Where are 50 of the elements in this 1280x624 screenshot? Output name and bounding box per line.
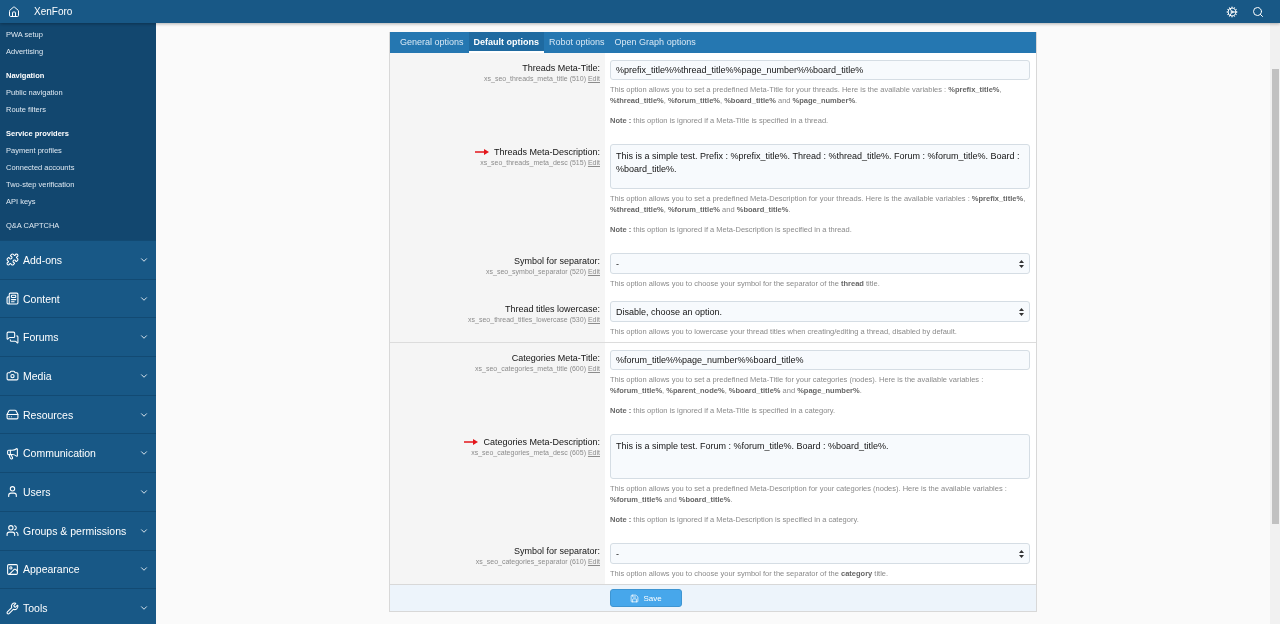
nav-section-label: Forums [23,331,60,344]
option-label: Threads Meta-Title: [522,63,600,73]
option-label: Categories Meta-Title: [511,353,600,363]
forums-icon [6,330,19,344]
tab[interactable]: Open Graph options [609,32,701,53]
nav-section-label: Media [23,369,53,382]
select-arrows-icon [1019,549,1024,558]
nav-section-label: Resources [23,408,75,421]
scrollbar-thumb[interactable] [1271,69,1279,524]
text-area[interactable]: This is a simple test. Forum : %forum_title%. Board : %board_title%. [610,434,1030,479]
resources-icon [6,408,19,422]
settings-icon[interactable] [1226,5,1238,18]
text-field[interactable]: %forum_title%%page_number%%board_title% [610,350,1030,370]
tab[interactable]: Default options [468,32,545,53]
nav-section-label: Groups & permissions [23,524,128,537]
nav-section-label: Add-ons [23,253,64,266]
nav-section-label: Appearance [23,563,81,576]
arrow-icon [474,149,489,155]
option-label: Threads Meta-Description: [493,147,600,157]
select-field[interactable]: - [610,253,1030,274]
users-icon [6,485,19,499]
text-field[interactable]: %prefix_title%%thread_title%%page_number%%board_title% [610,60,1030,80]
search-icon[interactable] [1252,5,1264,18]
appearance-icon [6,562,19,576]
select-arrows-icon [1019,259,1024,268]
select-field[interactable]: - [610,543,1030,564]
select-arrows-icon [1019,307,1024,316]
option-label: Categories Meta-Description: [483,437,600,447]
scrollbar[interactable] [1270,23,1280,624]
tools-icon [6,601,19,615]
option-label: Symbol for separator: [513,256,600,266]
content-icon [6,292,19,306]
text-area[interactable]: This is a simple test. Prefix : %prefix_title%. Thread : %thread_title%. Forum : %forum_title%. Board : %board_title%. [610,144,1030,189]
tab[interactable]: General options [395,32,469,53]
site-title[interactable]: XenForo [34,6,73,17]
home-icon[interactable] [8,5,20,18]
select-field[interactable]: Disable, choose an option. [610,301,1030,322]
arrow-icon [464,439,479,445]
tab[interactable]: Robot options [544,32,610,53]
nav-section-label: Tools [23,602,49,615]
media-icon [6,369,19,383]
groups-icon [6,524,19,538]
nav-section-label: Users [23,485,52,498]
option-label: Symbol for separator: [513,546,600,556]
nav-section-label: Content [23,292,61,305]
addons-icon [6,253,19,267]
option-label: Thread titles lowercase: [504,304,600,314]
communication-icon [6,446,19,460]
save-icon [630,593,640,603]
nav-section-label: Communication [23,447,97,460]
